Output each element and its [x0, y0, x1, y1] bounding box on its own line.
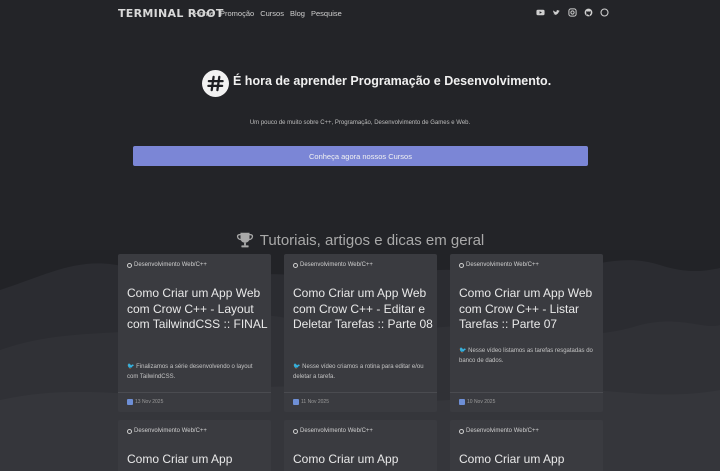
card-category-label: Desenvolvimento Web/C++: [300, 262, 373, 268]
article-card[interactable]: Desenvolvimento Web/C++ Como Criar um Ap…: [284, 420, 437, 471]
category-dot-icon: [293, 262, 298, 268]
card-description-text: Finalizamos a série desenvolvendo o layo…: [127, 364, 253, 380]
card-category[interactable]: Desenvolvimento Web/C++: [459, 428, 539, 434]
card-category-label: Desenvolvimento Web/C++: [134, 428, 207, 434]
category-dot-icon: [459, 262, 464, 268]
card-description: 🐦 Nesse vídeo listamos as tarefas resgat…: [459, 346, 593, 366]
category-dot-icon: [459, 428, 464, 434]
card-description-text: Nesse vídeo listamos as tarefas resgatad…: [459, 348, 593, 364]
card-title[interactable]: Como Criar um App Web com Crow C++ - Lis…: [459, 286, 601, 333]
card-title[interactable]: Como Criar um App: [127, 452, 269, 468]
hero-title: É hora de aprender Programação e Desenvo…: [233, 74, 552, 88]
hero-subtitle: Um pouco de muito sobre C++, Programação…: [249, 120, 471, 126]
card-category-label: Desenvolvimento Web/C++: [466, 262, 539, 268]
section-title-row: Tutoriais, artigos e dicas em geral: [0, 231, 720, 249]
category-dot-icon: [127, 262, 132, 268]
card-category-label: Desenvolvimento Web/C++: [300, 428, 373, 434]
card-description-text: Nesse vídeo criamos a rotina para editar…: [293, 364, 424, 380]
card-divider: [284, 392, 437, 393]
bird-icon: 🐦: [293, 364, 301, 370]
card-category-label: Desenvolvimento Web/C++: [134, 262, 207, 268]
card-divider: [450, 392, 603, 393]
card-description: 🐦 Nesse vídeo criamos a rotina para edit…: [293, 362, 427, 382]
card-category[interactable]: Desenvolvimento Web/C++: [293, 428, 373, 434]
article-card[interactable]: Desenvolvimento Web/C++ Como Criar um Ap…: [118, 420, 271, 471]
card-title[interactable]: Como Criar um App Web com Crow C++ - Lay…: [127, 286, 269, 333]
calendar-icon: [127, 399, 133, 405]
courses-cta-button[interactable]: Conheça agora nossos Cursos: [133, 146, 588, 166]
menu-item-cursos[interactable]: Cursos: [260, 9, 284, 18]
calendar-icon: [293, 399, 299, 405]
card-date-text: 13 Nov 2025: [135, 399, 164, 405]
bird-icon: 🐦: [127, 364, 135, 370]
card-date: 11 Nov 2025: [293, 399, 329, 405]
menu-item-blog[interactable]: Blog: [290, 9, 305, 18]
calendar-icon: [459, 399, 465, 405]
card-divider: [118, 392, 271, 393]
main-menu: Home Promoção Cursos Blog Pesquise: [194, 9, 342, 18]
card-date: 10 Nov 2025: [459, 399, 495, 405]
card-title[interactable]: Como Criar um App Web com Crow C++ - Edi…: [293, 286, 435, 333]
github-icon[interactable]: [584, 8, 593, 17]
card-category-label: Desenvolvimento Web/C++: [466, 428, 539, 434]
card-date-text: 10 Nov 2025: [467, 399, 496, 405]
twitter-icon[interactable]: [552, 8, 561, 17]
card-category[interactable]: Desenvolvimento Web/C++: [127, 428, 207, 434]
article-card[interactable]: Desenvolvimento Web/C++ Como Criar um Ap…: [450, 420, 603, 471]
card-description: 🐦 Finalizamos a série desenvolvendo o la…: [127, 362, 261, 382]
card-category[interactable]: Desenvolvimento Web/C++: [127, 262, 207, 268]
trophy-icon: [236, 232, 253, 248]
bird-icon: 🐦: [459, 348, 467, 354]
menu-item-home[interactable]: Home: [194, 9, 214, 18]
card-category[interactable]: Desenvolvimento Web/C++: [293, 262, 373, 268]
article-card[interactable]: Desenvolvimento Web/C++ Como Criar um Ap…: [118, 254, 271, 412]
instagram-icon[interactable]: [568, 8, 577, 17]
article-card[interactable]: Desenvolvimento Web/C++ Como Criar um Ap…: [284, 254, 437, 412]
category-dot-icon: [127, 428, 132, 434]
card-date-text: 11 Nov 2025: [301, 399, 329, 405]
navbar: TERMINAL ROOT Home Promoção Cursos Blog …: [0, 0, 720, 28]
section-title: Tutoriais, artigos e dicas em geral: [259, 231, 485, 249]
card-category[interactable]: Desenvolvimento Web/C++: [459, 262, 539, 268]
youtube-icon[interactable]: [536, 8, 545, 17]
hash-logo-icon: [202, 70, 229, 97]
card-title[interactable]: Como Criar um App: [459, 452, 601, 468]
menu-item-pesquise[interactable]: Pesquise: [311, 9, 342, 18]
article-card[interactable]: Desenvolvimento Web/C++ Como Criar um Ap…: [450, 254, 603, 412]
menu-item-promocao[interactable]: Promoção: [220, 9, 254, 18]
social-links: [536, 8, 609, 17]
card-title[interactable]: Como Criar um App: [293, 452, 435, 468]
circle-icon[interactable]: [600, 8, 609, 17]
card-date: 13 Nov 2025: [127, 399, 163, 405]
category-dot-icon: [293, 428, 298, 434]
